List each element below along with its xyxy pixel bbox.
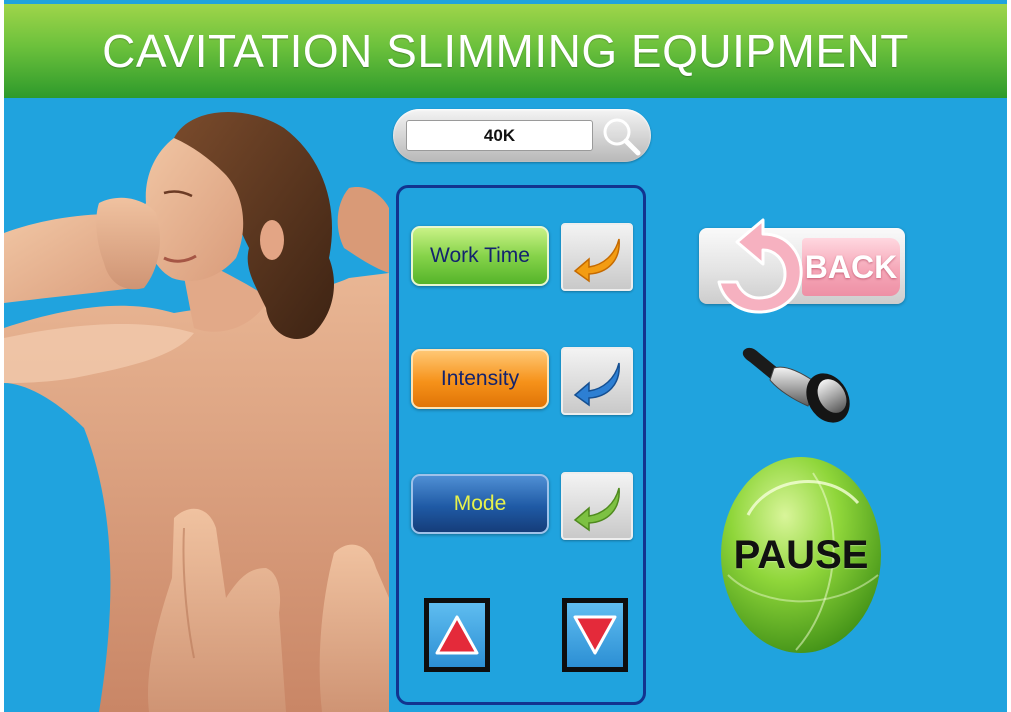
mode-confirm-button[interactable] xyxy=(561,472,633,540)
massage-photo xyxy=(4,98,389,712)
pause-button[interactable]: PAUSE xyxy=(718,455,884,655)
header-bar: CAVITATION SLIMMING EQUIPMENT xyxy=(4,4,1007,98)
massage-illustration xyxy=(4,111,389,712)
check-arrow-icon xyxy=(573,487,620,532)
triangle-up-icon xyxy=(435,615,479,655)
return-arrow-icon xyxy=(717,218,803,314)
back-button[interactable]: BACK xyxy=(699,218,905,314)
work-time-button[interactable]: Work Time xyxy=(411,226,549,286)
intensity-button[interactable]: Intensity xyxy=(411,349,549,409)
mode-button[interactable]: Mode xyxy=(411,474,549,534)
check-arrow-icon xyxy=(573,238,620,283)
triangle-down-icon xyxy=(573,615,617,655)
magnifier-icon[interactable] xyxy=(598,113,644,159)
increase-button[interactable] xyxy=(424,598,490,672)
app-title: CAVITATION SLIMMING EQUIPMENT xyxy=(102,25,909,77)
pause-label: PAUSE xyxy=(733,533,869,577)
app-screen: CAVITATION SLIMMING EQUIPMENT 40K Work T… xyxy=(4,0,1007,712)
control-panel: Work Time Intensity Mode xyxy=(396,185,646,705)
back-label: BACK xyxy=(804,248,898,285)
frequency-field[interactable]: 40K xyxy=(406,120,593,151)
decrease-button[interactable] xyxy=(562,598,628,672)
cavitation-probe-icon xyxy=(738,340,858,441)
check-arrow-icon xyxy=(573,362,620,407)
intensity-confirm-button[interactable] xyxy=(561,347,633,415)
work-time-confirm-button[interactable] xyxy=(561,223,633,291)
frequency-search-bar: 40K xyxy=(393,109,651,162)
